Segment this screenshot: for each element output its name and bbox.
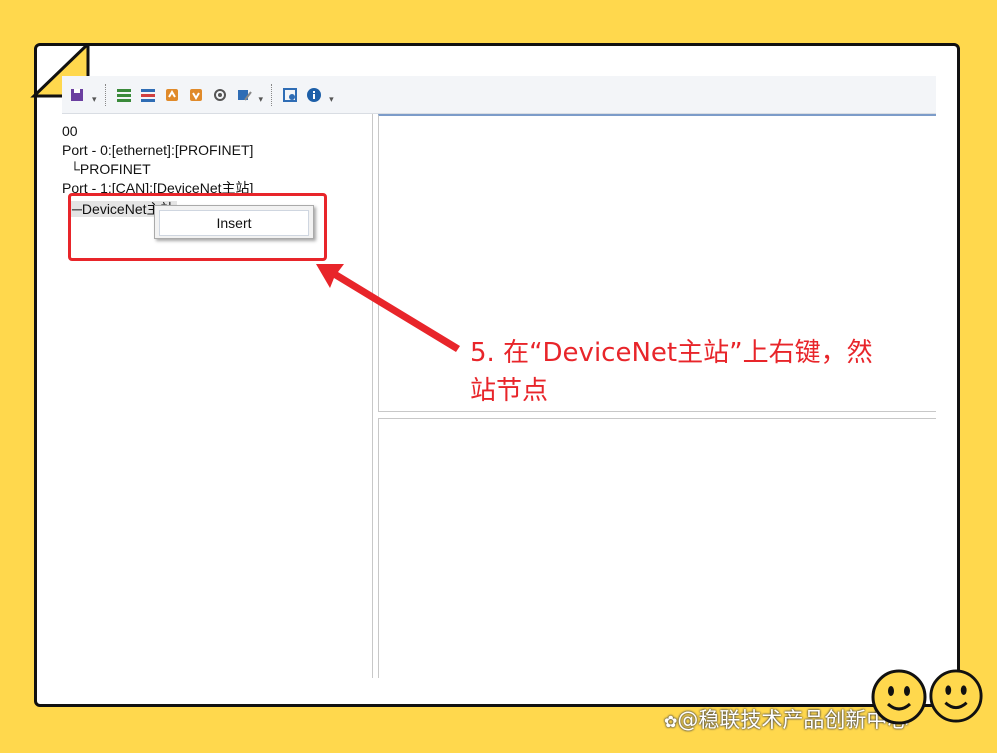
toolbar-separator — [271, 83, 273, 106]
edit-icon[interactable] — [235, 86, 253, 104]
info-icon[interactable] — [305, 86, 323, 104]
annotation-line-2: 站节点 — [470, 376, 549, 406]
toolbar: ▾ ▾ ▾ — [62, 76, 936, 114]
download-icon[interactable] — [187, 86, 205, 104]
config-icon[interactable] — [281, 86, 299, 104]
tree-node-port0[interactable]: Port - 0:[ethernet]:[PROFINET] — [62, 141, 253, 159]
smiley-face-icon — [929, 669, 983, 723]
annotation-text: 5. 在“DeviceNet主站”上右键，然 站节点 — [470, 334, 936, 410]
toolbar-dropdown-arrow[interactable]: ▾ — [259, 95, 264, 105]
weibo-icon: ✿ — [664, 712, 678, 731]
tree-node-profinet[interactable]: └PROFINET — [70, 160, 151, 178]
remove-device-icon[interactable] — [139, 86, 157, 104]
tree-root-node[interactable]: 00 — [62, 122, 78, 140]
add-device-icon[interactable] — [115, 86, 133, 104]
annotation-line-1: 5. 在“DeviceNet主站”上右键，然 — [470, 338, 873, 368]
toolbar-dropdown-arrow[interactable]: ▾ — [92, 95, 97, 105]
toolbar-dropdown-arrow[interactable]: ▾ — [329, 95, 334, 105]
smiley-face-icon — [871, 669, 927, 725]
output-panel — [378, 418, 936, 678]
upload-icon[interactable] — [163, 86, 181, 104]
annotation-arrow — [316, 264, 460, 352]
toolbar-separator — [104, 83, 107, 106]
highlight-box — [68, 193, 327, 261]
save-icon[interactable] — [68, 86, 86, 104]
settings-icon[interactable] — [211, 86, 229, 104]
